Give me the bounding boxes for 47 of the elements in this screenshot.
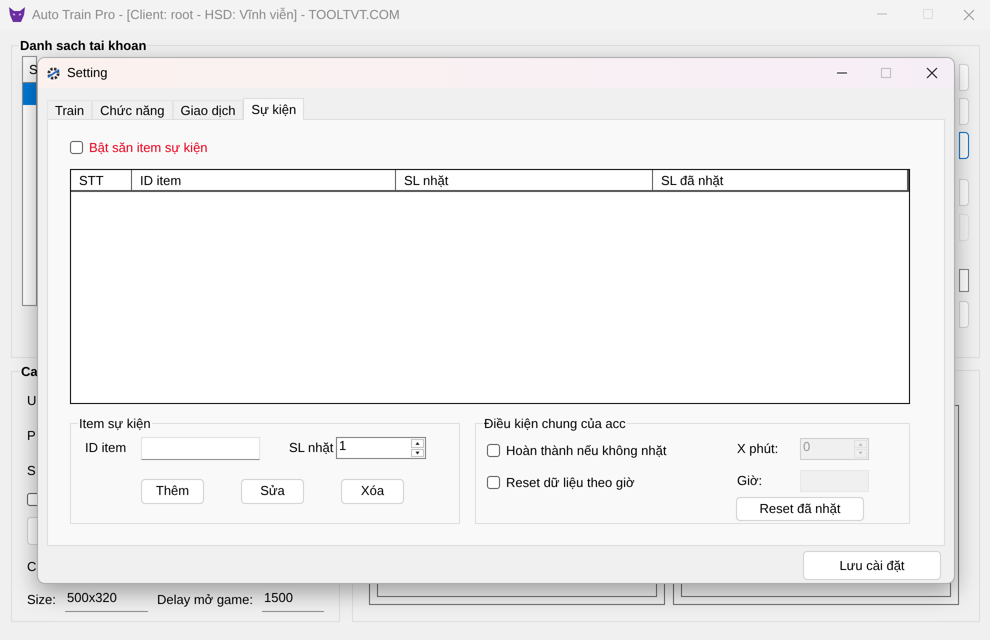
number-spinner[interactable]: 1	[336, 437, 426, 459]
field-label: Delay mở game:	[157, 591, 254, 610]
column-header: S	[23, 56, 36, 82]
tab[interactable]: Giao dịch	[172, 100, 244, 120]
push-button[interactable]: Xóa	[341, 478, 404, 504]
field-label: ID item	[85, 439, 128, 458]
group-title: Ca	[20, 363, 39, 381]
maximize-icon[interactable]	[881, 68, 891, 78]
push-button[interactable]: Thêm	[141, 478, 204, 504]
dialog-title: Setting	[67, 64, 108, 82]
tab[interactable]: Sự kiện	[243, 98, 304, 120]
column-header[interactable]: STT	[71, 170, 132, 190]
wolf-logo-icon	[8, 6, 26, 24]
checkbox-label: Bật săn item sự kiện	[89, 138, 208, 157]
push-button[interactable]: Lưu cài đặt	[803, 551, 941, 580]
spin-up-icon[interactable]	[411, 439, 424, 448]
field-label: X phút:	[737, 440, 780, 458]
checkbox-label: Reset dữ liệu theo giờ	[506, 474, 635, 492]
push-button[interactable]: Sửa	[241, 478, 304, 504]
field-label: U	[27, 392, 36, 410]
gear-icon	[46, 66, 61, 80]
tab[interactable]: Train	[47, 100, 92, 120]
field-label: Size:	[27, 591, 57, 610]
close-icon[interactable]	[926, 67, 938, 79]
id-item-field[interactable]	[141, 436, 260, 460]
checkbox[interactable]	[487, 444, 500, 457]
window-title: Auto Train Pro - [Client: root - HSD: Vĩnh viễn] - TOOLTVT.COM	[32, 6, 400, 24]
group-title: Item sự kiện	[78, 415, 152, 433]
group-title: Danh sach tai khoan	[19, 37, 148, 55]
spin-down-icon[interactable]	[411, 448, 424, 457]
field-edge[interactable]	[959, 268, 969, 292]
field-label: Giờ:	[737, 472, 764, 490]
field-label: P	[27, 426, 36, 444]
field-label: C	[27, 558, 36, 576]
field-label: S	[27, 462, 36, 480]
column-header[interactable]: SL nhặt	[396, 170, 653, 190]
tab[interactable]: Chức năng	[92, 100, 172, 120]
checkbox[interactable]	[70, 141, 83, 154]
selected-row	[23, 82, 36, 104]
button-edge[interactable]	[959, 132, 969, 158]
checkbox-label: Hoàn thành nếu không nhặt	[506, 442, 666, 460]
column-header[interactable]: ID item	[132, 170, 396, 190]
group-title: Điều kiện chung của acc	[483, 415, 627, 433]
field-label: SL nhặt	[289, 439, 334, 458]
checkbox[interactable]	[487, 476, 500, 489]
push-button[interactable]: Reset đã nhặt	[736, 496, 864, 520]
column-header[interactable]: SL đã nhặt	[653, 170, 909, 190]
